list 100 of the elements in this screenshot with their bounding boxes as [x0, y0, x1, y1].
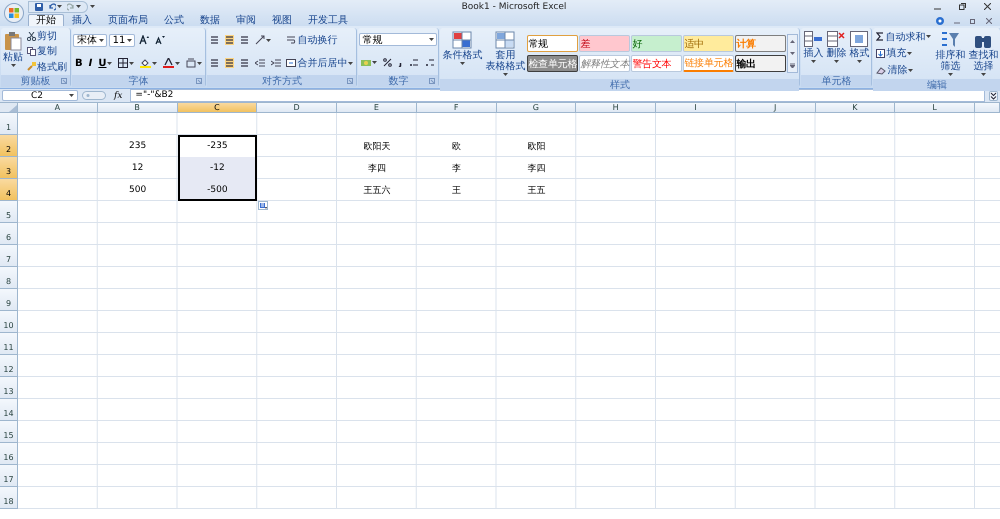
align-middle-icon: [225, 35, 234, 45]
row-header[interactable]: 2: [0, 135, 18, 157]
row-header[interactable]: 7: [0, 245, 18, 267]
paste-button[interactable]: 粘贴: [2, 29, 24, 74]
orientation-button[interactable]: [253, 33, 274, 47]
phonetic-button[interactable]: [184, 56, 204, 70]
table-cell-text: 王五: [526, 184, 546, 198]
office-button[interactable]: [4, 3, 24, 23]
row-header[interactable]: 6: [0, 223, 18, 245]
find-select-button[interactable]: 查找和 选择: [967, 29, 1000, 78]
font-color-button[interactable]: [161, 56, 182, 70]
row-header[interactable]: 9: [0, 289, 18, 311]
border-grid-icon: [118, 58, 128, 68]
cell-style-option[interactable]: 好: [631, 35, 682, 52]
caret-icon: [127, 38, 132, 42]
cell-style-option[interactable]: 适中: [683, 35, 734, 52]
column-header[interactable]: H: [576, 103, 656, 113]
row-header[interactable]: 4: [0, 179, 18, 201]
cell-style-option[interactable]: 解释性文本: [579, 55, 630, 72]
format-cells-button[interactable]: 格式: [848, 29, 870, 74]
column-header[interactable]: K: [816, 103, 896, 113]
ribbon-tab[interactable]: 公式: [156, 14, 192, 26]
ribbon-tab[interactable]: 视图: [264, 14, 300, 26]
column-header[interactable]: D: [257, 103, 337, 113]
sort-filter-button[interactable]: 排序和 筛选: [934, 29, 966, 78]
table-cell-text: 李: [451, 162, 462, 176]
wrap-text-button[interactable]: 自动换行: [284, 33, 356, 47]
percent-button[interactable]: [381, 56, 394, 70]
row-header[interactable]: 18: [0, 487, 18, 509]
ribbon-tab[interactable]: 数据: [192, 14, 228, 26]
format-table-button[interactable]: 套用 表格格式: [484, 29, 526, 78]
ribbon-tab[interactable]: 审阅: [228, 14, 264, 26]
ribbon-tab[interactable]: 开始: [28, 14, 64, 26]
bold-button[interactable]: B: [73, 56, 85, 70]
row-header[interactable]: 16: [0, 443, 18, 465]
ribbon-tab[interactable]: 插入: [64, 14, 100, 26]
insert-function-button[interactable]: fx: [110, 90, 126, 102]
table-cell: -12: [178, 157, 258, 179]
currency-icon: [361, 58, 372, 68]
redo-button[interactable]: [65, 2, 83, 12]
underline-button[interactable]: U: [96, 56, 114, 70]
more-icon: [790, 63, 796, 68]
customize-toolbar-button[interactable]: [88, 4, 97, 9]
clear-button[interactable]: 清除: [874, 63, 934, 78]
row-header[interactable]: 11: [0, 333, 18, 355]
border-button[interactable]: [116, 56, 136, 70]
row-header[interactable]: 12: [0, 355, 18, 377]
row-header[interactable]: 10: [0, 311, 18, 333]
row-header[interactable]: 1: [0, 113, 18, 135]
column-header[interactable]: I: [656, 103, 736, 113]
font-name-dropdown[interactable]: 宋体: [73, 34, 107, 46]
caret-icon: [129, 62, 134, 64]
column-header[interactable]: G: [496, 103, 576, 113]
restore-icon: [959, 3, 966, 10]
caret-icon: [429, 38, 434, 42]
cut-button[interactable]: 剪切: [25, 29, 69, 44]
cell-style-option[interactable]: 输出: [735, 55, 786, 72]
grow-font-button[interactable]: [137, 33, 151, 47]
save-button[interactable]: [33, 2, 45, 12]
name-box[interactable]: C2: [2, 90, 78, 101]
ribbon-group-label: 字体: [128, 74, 149, 88]
conditional-format-button[interactable]: 条件格式: [441, 29, 484, 78]
close-icon: [984, 3, 991, 10]
cell-style-option[interactable]: 警告文本: [631, 55, 682, 72]
ribbon-tab[interactable]: 开发工具: [300, 14, 356, 26]
caret-icon: [76, 5, 81, 8]
cell-style-option[interactable]: 差: [579, 35, 630, 52]
row-header[interactable]: 3: [0, 157, 18, 179]
middle-align-button[interactable]: [223, 33, 236, 47]
row-header[interactable]: 14: [0, 399, 18, 421]
column-header[interactable]: B: [98, 103, 178, 113]
auto-fill-options-button[interactable]: [258, 201, 268, 210]
ribbon-tab[interactable]: 页面布局: [100, 14, 156, 26]
italic-button[interactable]: I: [86, 56, 94, 70]
expand-formula-button[interactable]: [989, 90, 998, 100]
column-header[interactable]: A: [18, 103, 98, 113]
column-header[interactable]: L: [895, 103, 975, 113]
column-header[interactable]: C: [178, 103, 258, 113]
column-header[interactable]: F: [416, 103, 496, 113]
merge-center-button[interactable]: 合并后居中: [284, 56, 356, 70]
font-size-dropdown[interactable]: 11: [109, 34, 135, 46]
shrink-font-button[interactable]: [153, 33, 167, 47]
number-format-dropdown[interactable]: 常规: [359, 33, 438, 46]
row-header[interactable]: 8: [0, 267, 18, 289]
cell-style-option[interactable]: 常规: [527, 35, 578, 52]
column-header[interactable]: E: [337, 103, 417, 113]
column-header[interactable]: J: [736, 103, 816, 113]
format-painter-button[interactable]: 格式刷: [25, 60, 69, 74]
restore-icon: [970, 18, 976, 24]
row-header[interactable]: 15: [0, 421, 18, 443]
row-header[interactable]: 17: [0, 465, 18, 487]
row-header[interactable]: 5: [0, 201, 18, 223]
formula-input[interactable]: ="-"&B2: [130, 89, 985, 102]
autosum-button[interactable]: 自动求和: [874, 30, 934, 44]
copy-button[interactable]: 复制: [25, 44, 69, 58]
insert-cells-button[interactable]: 插入: [802, 29, 824, 74]
fill-button[interactable]: 填充: [874, 46, 934, 60]
row-header[interactable]: 13: [0, 377, 18, 399]
delete-cells-button[interactable]: 删除: [825, 29, 848, 74]
center-button[interactable]: [223, 56, 236, 70]
